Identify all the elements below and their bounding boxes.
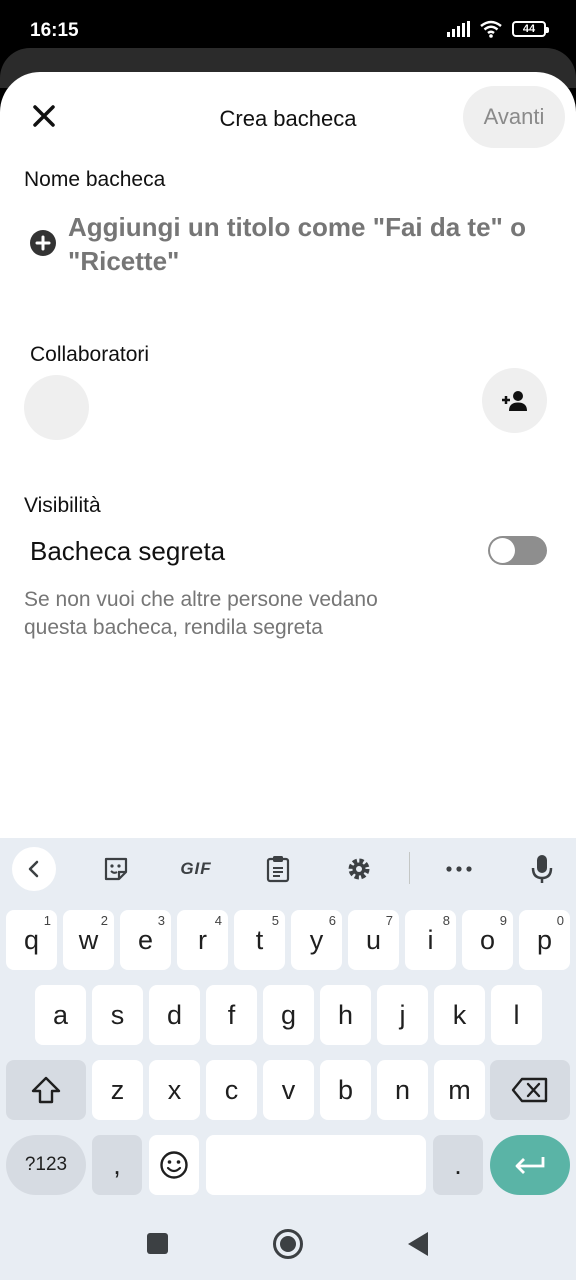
symbols-key[interactable]: ?123 [6, 1135, 86, 1195]
home-button[interactable] [272, 1228, 304, 1260]
more-button[interactable] [444, 854, 474, 884]
next-button[interactable]: Avanti [463, 86, 565, 148]
recents-button[interactable] [147, 1233, 168, 1254]
enter-key[interactable] [490, 1135, 570, 1195]
navigation-bar [0, 1210, 576, 1280]
visibility-label: Visibilità [24, 494, 101, 517]
key-s[interactable]: s [92, 985, 143, 1045]
key-label: i [427, 924, 434, 955]
add-collaborator-button[interactable] [482, 368, 547, 433]
key-y[interactable]: y6 [291, 910, 342, 970]
chevron-left-icon [28, 860, 39, 878]
enter-icon [515, 1157, 545, 1174]
key-q[interactable]: q1 [6, 910, 57, 970]
collaborators-label: Collaboratori [30, 343, 150, 366]
sticker-icon [104, 857, 128, 881]
key-label: o [479, 924, 496, 955]
backspace-key[interactable] [490, 1060, 570, 1120]
shift-icon [31, 1076, 61, 1104]
key-j[interactable]: j [377, 985, 428, 1045]
key-label: t [255, 924, 264, 955]
key-i[interactable]: i8 [405, 910, 456, 970]
back-button[interactable] [406, 1230, 430, 1258]
key-hint: 4 [214, 913, 222, 928]
keyboard-back-button[interactable] [12, 847, 56, 891]
key-l[interactable]: l [491, 985, 542, 1045]
battery-level: 44 [522, 23, 536, 35]
key-hint: 2 [100, 913, 108, 928]
key-o[interactable]: o9 [462, 910, 513, 970]
emoji-key[interactable] [149, 1135, 199, 1195]
key-hint: 1 [43, 913, 51, 928]
key-u[interactable]: u7 [348, 910, 399, 970]
key-a[interactable]: a [35, 985, 86, 1045]
toggle-knob [490, 538, 515, 563]
keyboard: GIF q 1 w 2 e 3 r 4 t 5 y 6 u 7 i 8 o 9 … [0, 838, 576, 1280]
board-name-input[interactable]: Aggiungi un titolo come "Fai da te" o "R… [68, 210, 558, 278]
secret-board-label: Bacheca segreta [30, 536, 226, 566]
key-label: e [137, 924, 154, 955]
add-person-icon [501, 390, 527, 411]
signal-icon [447, 21, 470, 37]
secret-toggle[interactable] [488, 536, 547, 565]
keyboard-toolbar: GIF [0, 838, 576, 900]
key-p[interactable]: p0 [519, 910, 570, 970]
key-hint: 6 [328, 913, 336, 928]
battery-icon: 44 [512, 21, 549, 37]
key-label: r [198, 924, 207, 955]
key-hint: 0 [556, 913, 564, 928]
more-icon [446, 866, 472, 872]
clipboard-icon [266, 856, 290, 883]
sticker-button[interactable] [101, 854, 131, 884]
key-g[interactable]: g [263, 985, 314, 1045]
key-label: q [23, 924, 40, 955]
key-t[interactable]: t5 [234, 910, 285, 970]
voice-input-button[interactable] [527, 854, 557, 884]
key-label: p [536, 924, 553, 955]
create-board-sheet: Crea bacheca Avanti Nome bacheca Aggiung… [0, 72, 576, 838]
status-icons: 44 [447, 20, 549, 38]
key-h[interactable]: h [320, 985, 371, 1045]
add-circle-icon[interactable] [30, 230, 56, 256]
period-key[interactable]: . [433, 1135, 483, 1195]
shift-key[interactable] [6, 1060, 86, 1120]
key-hint: 8 [442, 913, 450, 928]
key-k[interactable]: k [434, 985, 485, 1045]
status-time: 16:15 [30, 20, 79, 41]
avatar [24, 375, 89, 440]
key-e[interactable]: e3 [120, 910, 171, 970]
key-z[interactable]: z [92, 1060, 143, 1120]
key-label: u [365, 924, 382, 955]
key-m[interactable]: m [434, 1060, 485, 1120]
clipboard-button[interactable] [263, 854, 293, 884]
key-d[interactable]: d [149, 985, 200, 1045]
key-n[interactable]: n [377, 1060, 428, 1120]
space-key[interactable] [206, 1135, 426, 1195]
wifi-icon [480, 20, 502, 38]
emoji-icon [160, 1151, 188, 1179]
key-f[interactable]: f [206, 985, 257, 1045]
comma-key[interactable]: , [92, 1135, 142, 1195]
key-r[interactable]: r4 [177, 910, 228, 970]
key-hint: 5 [271, 913, 279, 928]
gif-button[interactable]: GIF [176, 854, 216, 884]
key-hint: 3 [157, 913, 165, 928]
settings-icon [348, 858, 370, 880]
key-label: w [78, 924, 99, 955]
microphone-icon [531, 855, 553, 883]
backspace-icon [511, 1077, 548, 1103]
key-label: y [309, 924, 324, 955]
key-c[interactable]: c [206, 1060, 257, 1120]
key-hint: 9 [499, 913, 507, 928]
key-w[interactable]: w2 [63, 910, 114, 970]
key-hint: 7 [385, 913, 393, 928]
board-name-label: Nome bacheca [24, 168, 166, 191]
secret-description: Se non vuoi che altre persone vedano que… [24, 588, 378, 639]
key-b[interactable]: b [320, 1060, 371, 1120]
key-x[interactable]: x [149, 1060, 200, 1120]
toolbar-divider [409, 852, 410, 884]
settings-button[interactable] [344, 854, 374, 884]
key-v[interactable]: v [263, 1060, 314, 1120]
